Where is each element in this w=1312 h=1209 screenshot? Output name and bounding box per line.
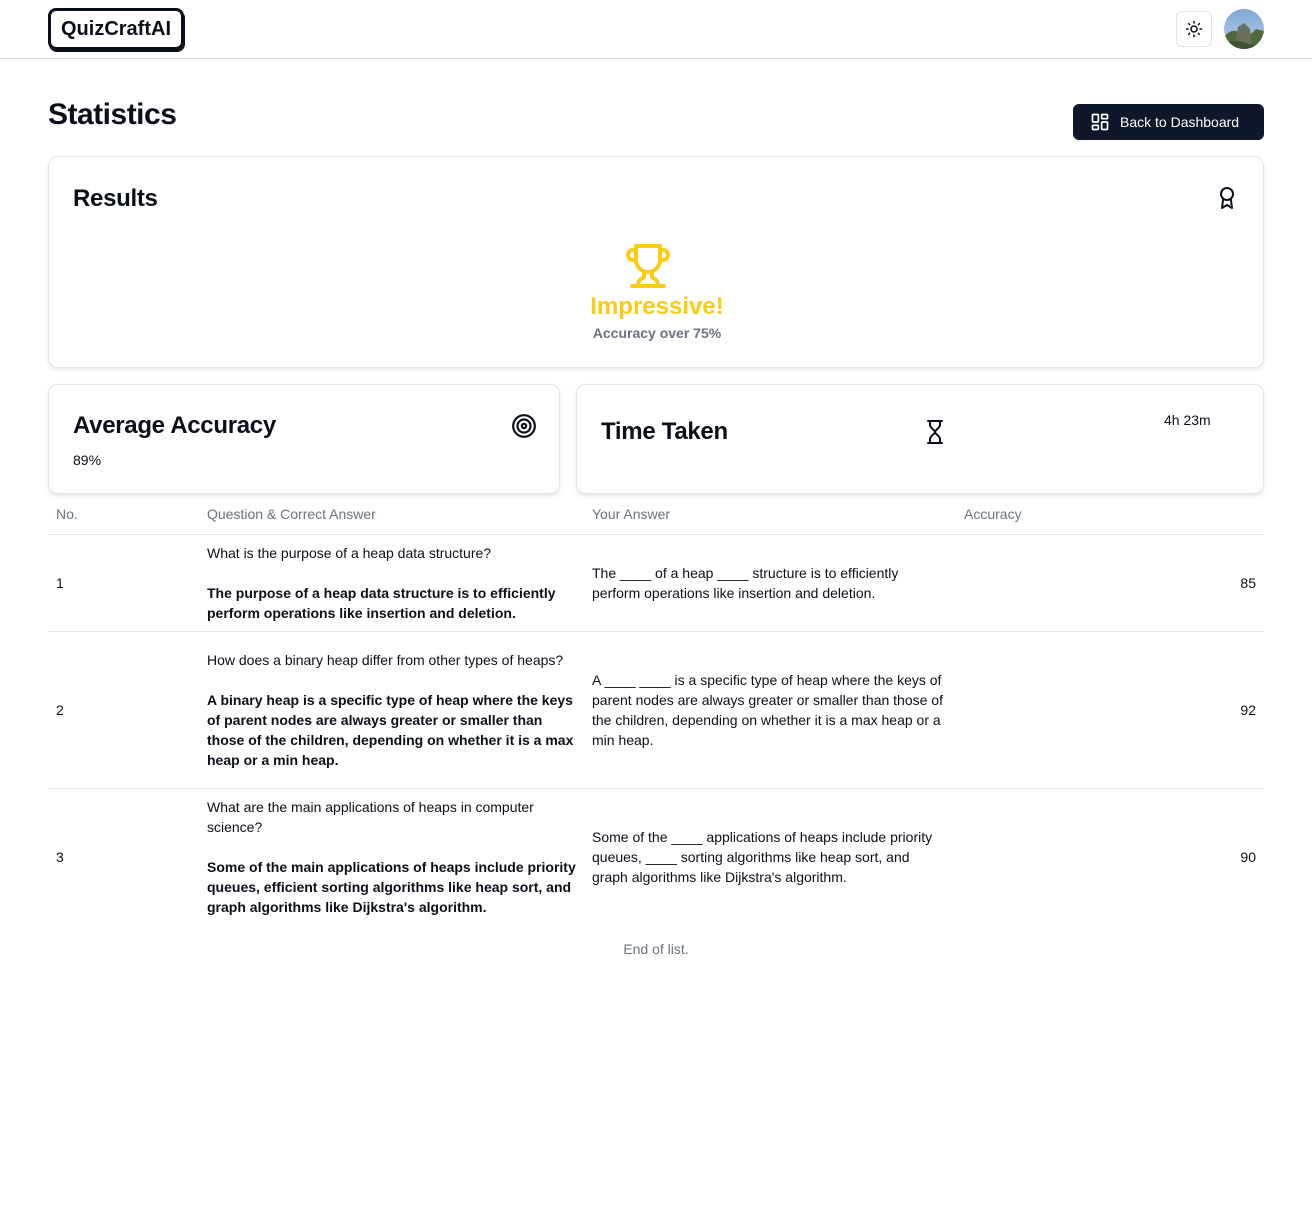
trophy-icon xyxy=(626,244,670,288)
table-row: 3 What are the main applications of heap… xyxy=(48,788,1264,925)
row-number: 1 xyxy=(48,534,199,632)
time-taken-value: 4h 23m xyxy=(1164,412,1211,428)
app-logo[interactable]: QuizCraftAI xyxy=(48,8,184,50)
user-avatar[interactable] xyxy=(1224,9,1264,49)
column-header-your-answer: Your Answer xyxy=(584,494,956,535)
question-text: How does a binary heap differ from other… xyxy=(207,651,564,668)
layout-dashboard-icon xyxy=(1091,113,1109,131)
results-headline: Impressive! xyxy=(590,293,724,320)
hourglass-icon xyxy=(927,420,943,444)
user-answer-cell: A ____ ____ is a specific type of heap w… xyxy=(584,631,956,789)
table-row: 2 How does a binary heap differ from oth… xyxy=(48,631,1264,789)
accuracy-cell: 90 xyxy=(1240,848,1256,865)
table-row: 1 What is the purpose of a heap data str… xyxy=(48,534,1264,632)
question-text: What is the purpose of a heap data struc… xyxy=(207,544,492,561)
column-header-question: Question & Correct Answer xyxy=(199,494,584,535)
user-answer-cell: The ____ of a heap ____ structure is to … xyxy=(584,534,956,632)
top-navbar: QuizCraftAI xyxy=(0,0,1312,59)
question-text: What are the main applications of heaps … xyxy=(207,798,534,835)
table-header-row: No. Question & Correct Answer Your Answe… xyxy=(48,494,1264,535)
correct-answer-text: The purpose of a heap data structure is … xyxy=(207,584,556,621)
accuracy-cell: 92 xyxy=(956,631,1264,789)
page-title: Statistics xyxy=(48,98,177,131)
row-number: 2 xyxy=(48,631,199,789)
question-cell: What is the purpose of a heap data struc… xyxy=(199,534,584,632)
results-subtext: Accuracy over 75% xyxy=(592,325,722,341)
accuracy-cell: 85 xyxy=(956,534,1264,632)
column-header-no: No. xyxy=(48,494,199,535)
column-header-accuracy: Accuracy xyxy=(956,494,1264,535)
row-number: 3 xyxy=(56,848,64,865)
question-results-table: No. Question & Correct Answer Your Answe… xyxy=(48,494,1264,925)
average-accuracy-value: 89% xyxy=(73,452,102,468)
user-answer-cell: Some of the ____ applications of heaps i… xyxy=(592,828,933,885)
back-to-dashboard-button[interactable]: Back to Dashboard xyxy=(1073,104,1264,140)
correct-answer-text: Some of the main applications of heaps i… xyxy=(207,858,576,915)
average-accuracy-card: Average Accuracy 89% xyxy=(48,384,560,494)
correct-answer-text: A binary heap is a specific type of heap… xyxy=(207,691,574,768)
award-icon xyxy=(1220,187,1234,209)
results-title: Results xyxy=(73,185,158,212)
question-cell: How does a binary heap differ from other… xyxy=(199,631,584,789)
sun-icon xyxy=(1185,20,1203,38)
target-icon xyxy=(512,414,536,438)
average-accuracy-title: Average Accuracy xyxy=(73,412,276,439)
time-taken-title: Time Taken xyxy=(601,418,728,445)
question-cell: What are the main applications of heaps … xyxy=(199,788,584,925)
theme-toggle-button[interactable] xyxy=(1176,11,1212,47)
results-card: Results Impressive! Accuracy over 75% xyxy=(48,156,1264,368)
back-to-dashboard-label: Back to Dashboard xyxy=(1120,114,1240,130)
time-taken-card: Time Taken 4h 23m xyxy=(576,384,1264,494)
end-of-list-note: End of list. xyxy=(623,941,689,957)
